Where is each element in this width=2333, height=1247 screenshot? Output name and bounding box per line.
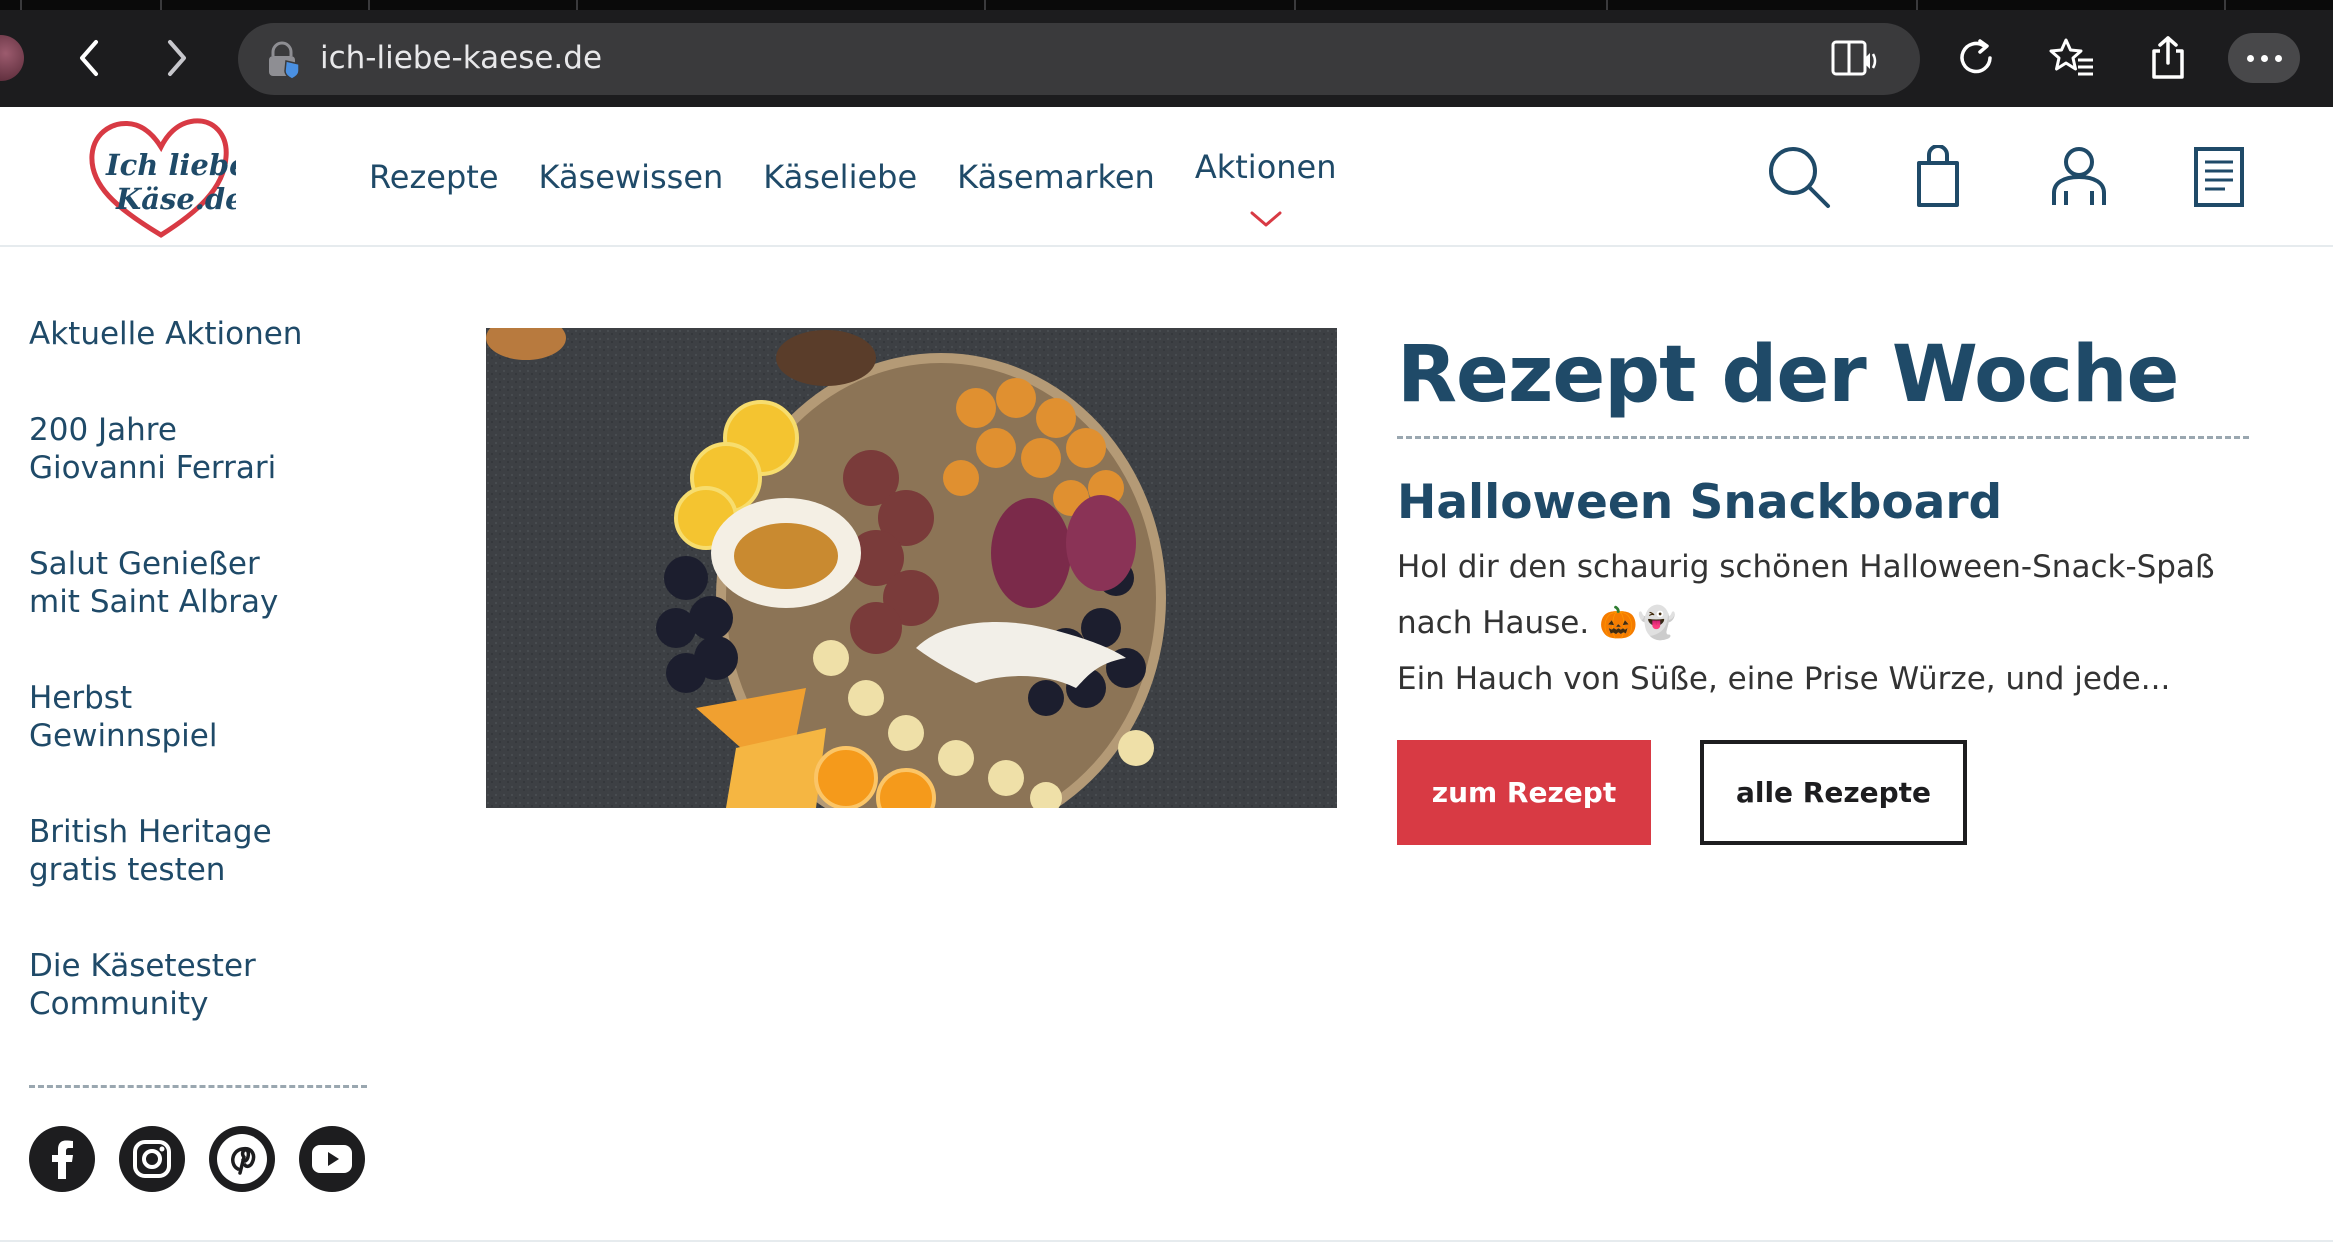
nav-aktionen-label: Aktionen	[1194, 148, 1337, 186]
sidebar-item-label: 200 Jahre	[29, 412, 177, 448]
pinterest-link[interactable]	[209, 1126, 275, 1192]
forward-button[interactable]	[152, 33, 202, 83]
chevron-down-icon	[1250, 211, 1282, 227]
bag-icon	[1917, 145, 1959, 207]
reader-icon	[1831, 40, 1877, 76]
page-bottom-divider	[0, 1240, 2333, 1242]
sidebar-menu: Aktuelle Aktionen 200 Jahre Giovanni Fer…	[29, 315, 369, 1081]
recipe-description-line: Ein Hauch von Süße, eine Prise Würze, un…	[1397, 661, 2171, 697]
sidebar-item-label: Herbst	[29, 680, 133, 716]
nav-aktionen[interactable]: Aktionen	[1194, 148, 1337, 227]
title-divider	[1397, 436, 2249, 439]
section-title: Rezept der Woche	[1397, 330, 2179, 420]
back-button[interactable]	[64, 33, 114, 83]
logo-text-line1: Ich liebe	[105, 148, 236, 182]
nav-kaesemarken[interactable]: Käsemarken	[957, 158, 1155, 196]
recipe-image[interactable]	[486, 328, 1337, 808]
tab-strip	[0, 0, 2333, 10]
reader-button[interactable]	[1830, 37, 1880, 86]
alle-rezepte-button[interactable]: alle Rezepte	[1700, 740, 1967, 845]
recipe-of-the-week: Rezept der Woche Halloween Snackboard Ho…	[1397, 325, 2249, 845]
sidebar-divider	[29, 1085, 367, 1088]
share-button[interactable]	[2140, 30, 2196, 86]
sidebar-item-label: British Heritage	[29, 814, 272, 850]
site-header: Ich liebe Käse.de Rezepte Käsewissen Käs…	[0, 107, 2333, 247]
sidebar-item-kaesetester-community[interactable]: Die Käsetester Community	[29, 947, 369, 1023]
sidebar-item-aktuelle-aktionen[interactable]: Aktuelle Aktionen	[29, 315, 369, 353]
recipe-description-line: Hol dir den schaurig schönen Halloween-S…	[1397, 549, 2215, 585]
sidebar-item-label: Gewinnspiel	[29, 718, 218, 754]
reload-icon	[1960, 39, 1992, 74]
sidebar-item-label: Community	[29, 986, 209, 1022]
sidebar-item-saint-albray[interactable]: Salut Genießer mit Saint Albray	[29, 545, 369, 621]
back-icon	[80, 40, 98, 76]
nav-rezepte[interactable]: Rezepte	[369, 158, 499, 196]
nav-kaesewissen[interactable]: Käsewissen	[539, 158, 724, 196]
search-icon	[1769, 147, 1830, 208]
share-icon	[2152, 36, 2184, 79]
logo-text-line2: Käse.de	[115, 182, 236, 216]
reload-button[interactable]	[1948, 30, 2004, 86]
sidebar-item-label: Aktuelle Aktionen	[29, 316, 303, 352]
sidebar-item-british-heritage[interactable]: British Heritage gratis testen	[29, 813, 369, 889]
account-button[interactable]	[2044, 142, 2114, 212]
recipe-title[interactable]: Halloween Snackboard	[1397, 475, 2249, 531]
youtube-link[interactable]	[299, 1126, 365, 1192]
favorites-icon	[2049, 38, 2093, 76]
facebook-icon	[52, 1140, 73, 1179]
url-text[interactable]: ich-liebe-kaese.de	[320, 40, 602, 76]
youtube-icon	[312, 1145, 352, 1173]
instagram-icon	[133, 1140, 171, 1178]
nav-kaeseliebe[interactable]: Käseliebe	[763, 158, 917, 196]
pinterest-icon	[217, 1134, 267, 1184]
browser-toolbar: ich-liebe-kaese.de	[0, 0, 2333, 107]
sidebar-item-label: mit Saint Albray	[29, 584, 279, 620]
cart-button[interactable]	[1903, 142, 1973, 212]
profile-avatar[interactable]	[0, 35, 24, 81]
more-icon	[2246, 54, 2254, 62]
forward-icon	[168, 40, 186, 76]
main-navigation: Rezepte Käsewissen Käseliebe Käsemarken …	[369, 107, 1377, 247]
sidebar-item-label: Die Käsetester	[29, 948, 256, 984]
zum-rezept-button[interactable]: zum Rezept	[1397, 740, 1651, 845]
favorites-button[interactable]	[2044, 30, 2100, 86]
user-icon	[2052, 147, 2106, 205]
recipe-description: Hol dir den schaurig schönen Halloween-S…	[1397, 539, 2249, 707]
recipe-description-line: nach Hause. 🎃👻	[1397, 605, 1677, 641]
lock-icon	[266, 41, 302, 84]
action-buttons: zum Rezept alle Rezepte	[1397, 740, 1967, 845]
instagram-link[interactable]	[119, 1126, 185, 1192]
list-icon	[2194, 147, 2244, 207]
facebook-link[interactable]	[29, 1126, 95, 1192]
search-button[interactable]	[1764, 142, 1834, 212]
site-logo[interactable]: Ich liebe Käse.de	[86, 113, 248, 245]
shopping-list-button[interactable]	[2184, 142, 2254, 212]
sidebar-item-label: Salut Genießer	[29, 546, 260, 582]
address-bar[interactable]: ich-liebe-kaese.de	[238, 23, 1920, 95]
sidebar-item-label: gratis testen	[29, 852, 226, 888]
more-button[interactable]	[2228, 33, 2300, 83]
sidebar-item-label: Giovanni Ferrari	[29, 450, 277, 486]
sidebar-item-giovanni-ferrari[interactable]: 200 Jahre Giovanni Ferrari	[29, 411, 369, 487]
social-links	[29, 1126, 365, 1192]
sidebar-item-herbst-gewinnspiel[interactable]: Herbst Gewinnspiel	[29, 679, 369, 755]
